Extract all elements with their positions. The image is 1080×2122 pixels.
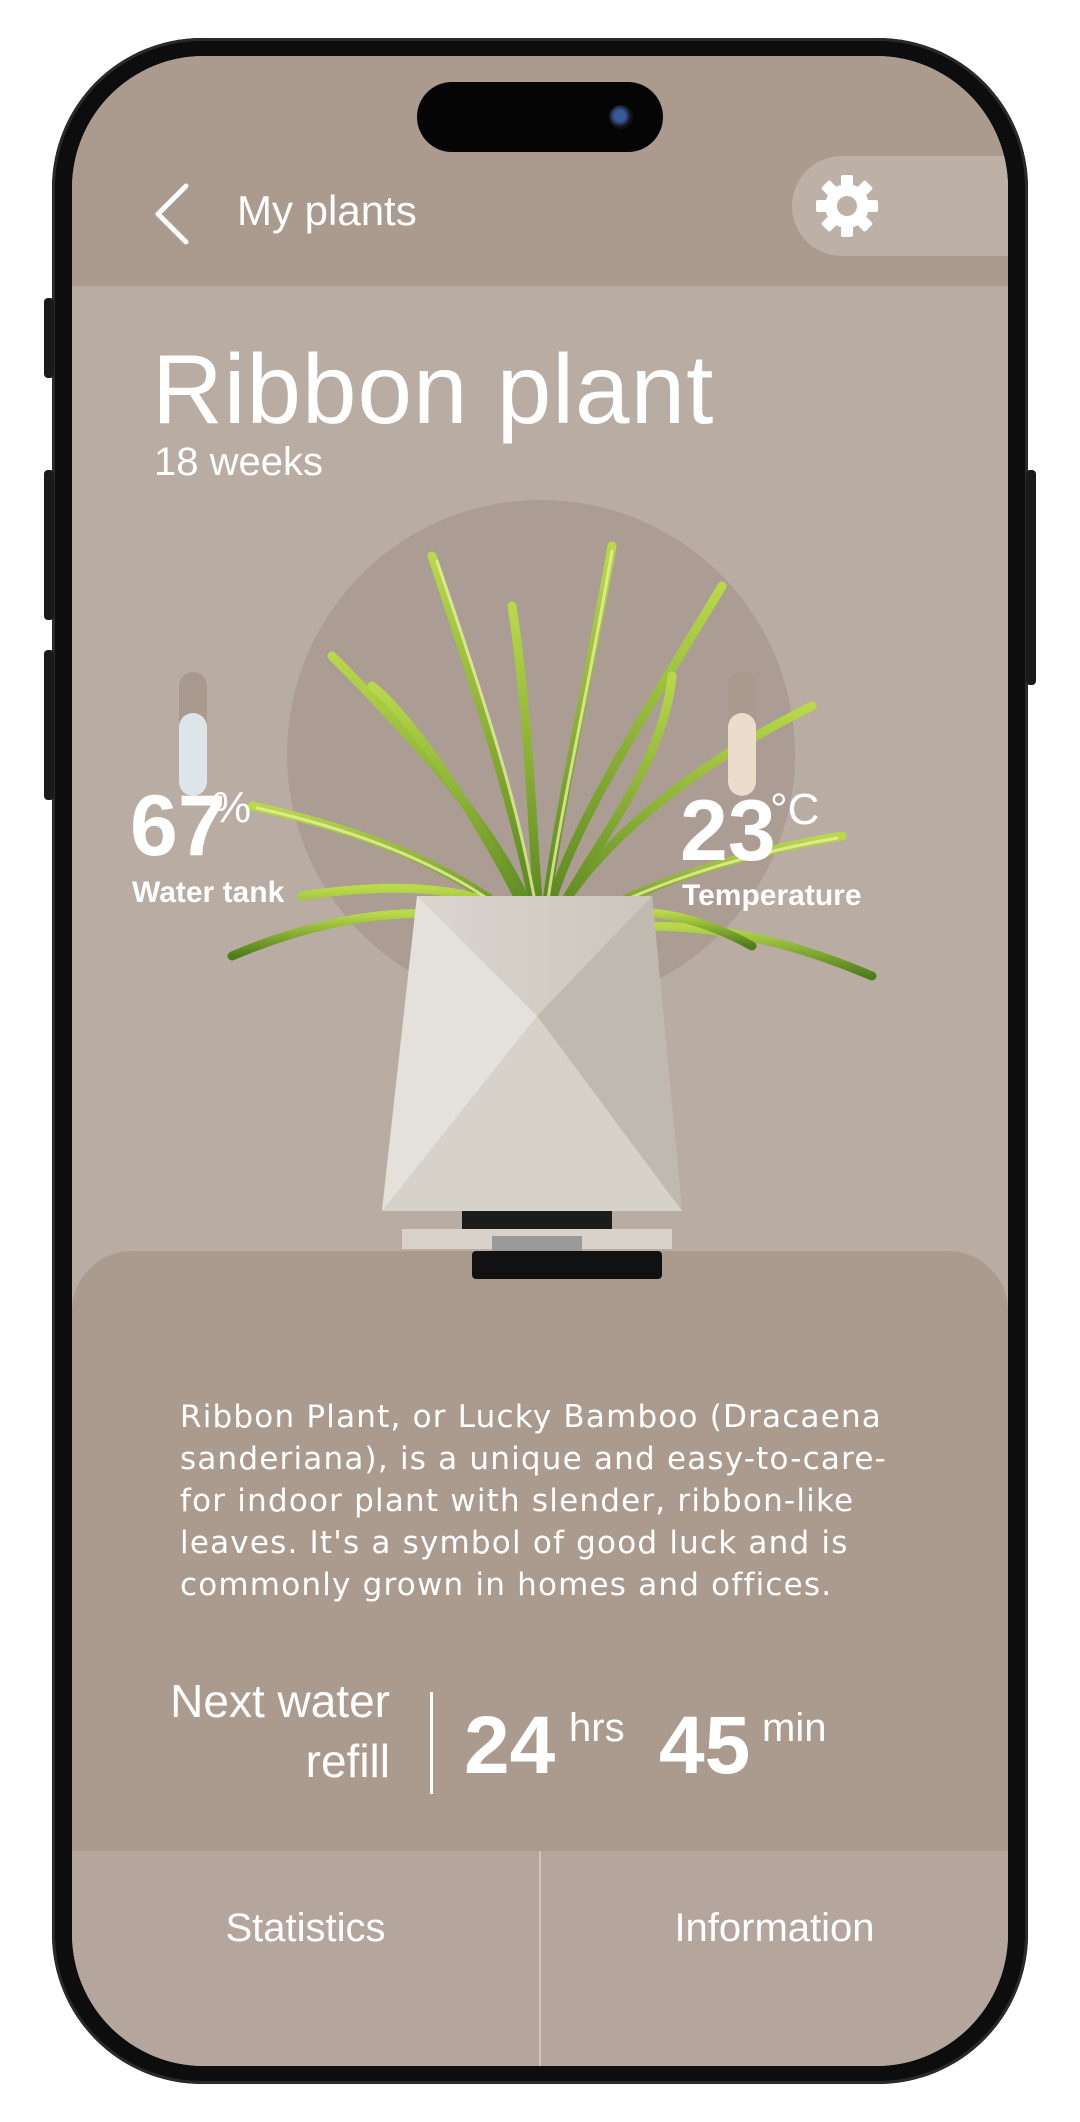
back-button[interactable]: [142, 174, 202, 254]
information-button[interactable]: Information: [541, 1851, 1008, 2066]
power-button: [1026, 470, 1036, 685]
refill-hours-unit: hrs: [569, 1706, 625, 1750]
temperature-gauge: [728, 672, 756, 796]
plant-pot-image: [227, 541, 877, 1378]
plant-description: Ribbon Plant, or Lucky Bamboo (Dracaena …: [180, 1399, 888, 1603]
app-screen: My plants Ribbon plant 18 weeks 67 % Wat…: [72, 56, 1008, 2066]
dynamic-island: [417, 82, 663, 152]
temperature-label: Temperature: [682, 879, 862, 912]
action-button: [44, 298, 54, 378]
temperature-value: 23: [680, 783, 776, 879]
water-unit: %: [212, 783, 252, 832]
plant-name: Ribbon plant: [152, 334, 715, 444]
refill-divider: [430, 1692, 433, 1794]
chevron-left-icon: [155, 183, 189, 245]
refill-minutes-unit: min: [762, 1706, 827, 1750]
refill-label: Next water refill: [162, 1671, 390, 1791]
back-title[interactable]: My plants: [237, 178, 417, 244]
refill-minutes: 45: [659, 1700, 751, 1791]
gear-icon: [816, 175, 878, 237]
camera-icon: [609, 105, 633, 129]
refill-label-line2: refill: [305, 1735, 390, 1787]
volume-down-button: [44, 650, 54, 800]
settings-button[interactable]: [792, 156, 1008, 256]
water-label: Water tank: [132, 876, 285, 909]
temperature-unit: °C: [770, 785, 820, 834]
statistics-button[interactable]: Statistics: [72, 1851, 539, 2066]
bottom-nav: Statistics Information: [72, 1851, 1008, 2066]
refill-label-line1: Next water: [170, 1675, 390, 1727]
volume-up-button: [44, 470, 54, 620]
refill-hours: 24: [464, 1700, 556, 1791]
pot-shadow: [472, 1251, 662, 1279]
